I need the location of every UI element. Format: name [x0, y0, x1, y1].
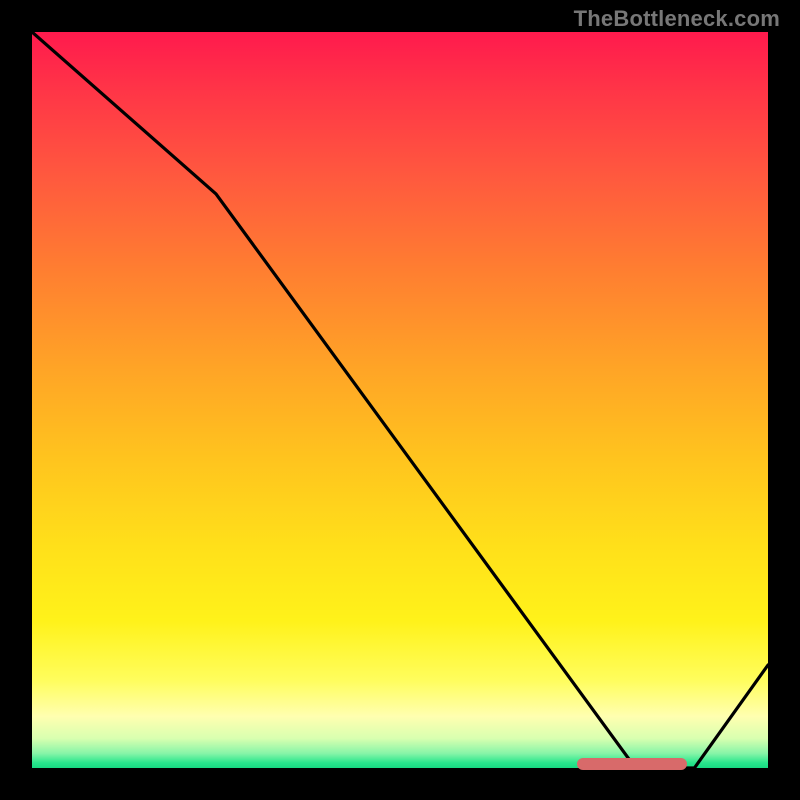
- chart-line-svg: [32, 32, 768, 768]
- chart-plot-area: [32, 32, 768, 768]
- watermark-text: TheBottleneck.com: [574, 6, 780, 32]
- optimal-range-marker: [577, 758, 687, 770]
- chart-line: [32, 32, 768, 768]
